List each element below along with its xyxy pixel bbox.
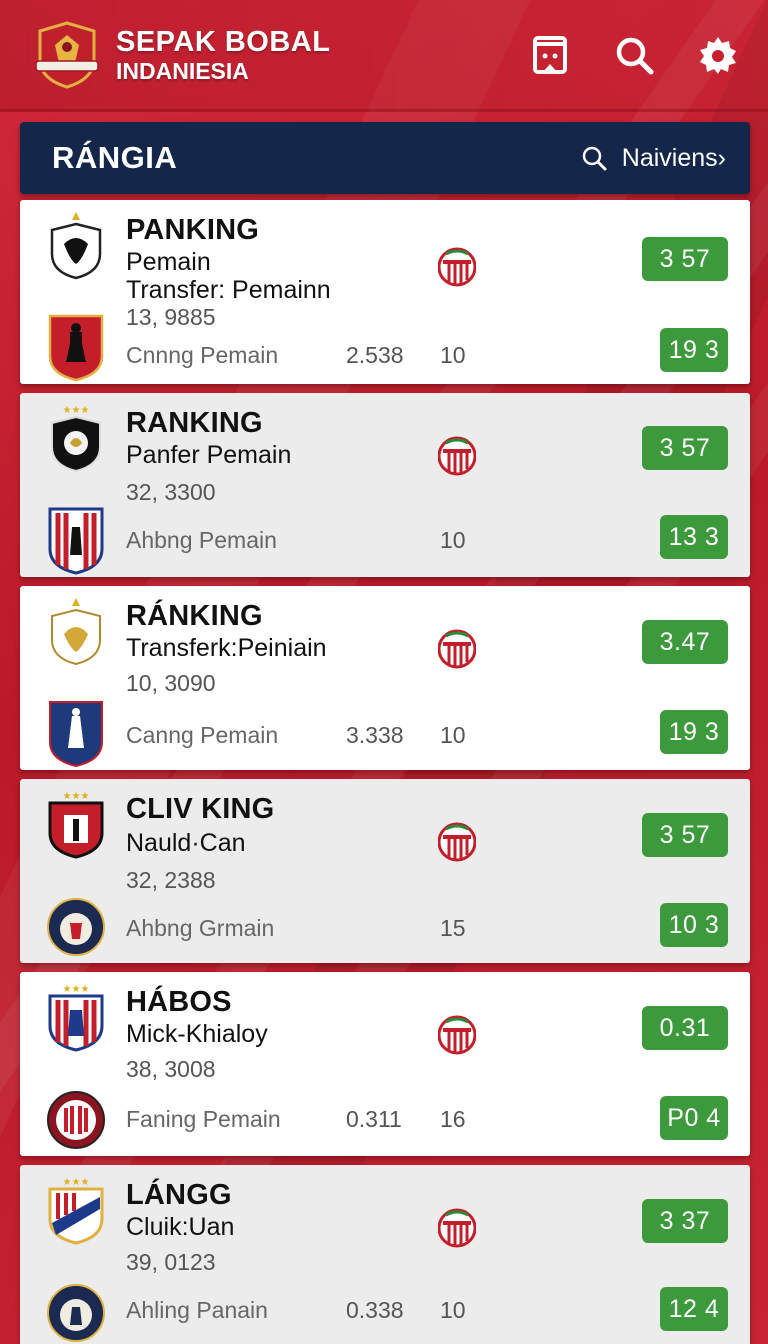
card-number: 10, 3090 <box>126 670 216 696</box>
card-line: Mick-Khialoy <box>126 1020 268 1048</box>
card-title: CLIV KING <box>126 793 275 825</box>
ranking-list: PANKING Pemain Transfer: Pemainn 13, 988… <box>20 200 750 1344</box>
card-number: 32, 2388 <box>126 867 216 893</box>
section-title: RÁNGIA <box>52 140 178 175</box>
card-line: Panfer Pemain <box>126 441 292 469</box>
club-crest-icon <box>46 312 106 382</box>
ranking-card[interactable]: ★★★ CLIV KING Nauld·Can 32, 2388 Ahbng G… <box>20 779 750 963</box>
card-footer-label: Ahbng Pemain <box>126 527 277 553</box>
club-crest-icon <box>46 1277 106 1344</box>
card-number: 32, 3300 <box>126 479 216 505</box>
club-crest-icon <box>46 210 106 280</box>
garuda-logo-icon[interactable] <box>34 20 100 89</box>
search-small-icon <box>582 146 607 171</box>
striped-crest-icon <box>437 628 477 670</box>
brand-title: SEPAK BOBAL <box>116 25 331 58</box>
card-title: HÁBOS <box>126 986 232 1018</box>
score-badge: 13 3 <box>660 515 728 559</box>
score-badge: 3 37 <box>642 1199 728 1243</box>
svg-text:★★★: ★★★ <box>63 1177 90 1188</box>
card-line: Cluik:Uan <box>126 1213 235 1241</box>
striped-crest-icon <box>437 435 477 477</box>
ranking-card[interactable]: ★★★ RANKING Panfer Pemain 32, 3300 Ahbng… <box>20 393 750 577</box>
club-crest-icon <box>46 698 106 768</box>
club-crest-icon <box>46 1084 106 1154</box>
score-badge: 19 3 <box>660 328 728 372</box>
club-crest-icon: ★★★ <box>46 403 106 473</box>
brand-subtitle: INDANIESIA <box>116 57 249 84</box>
ranking-card[interactable]: ★★★ LÁNGG Cluik:Uan 39, 0123 Ahling Pana… <box>20 1165 750 1344</box>
ranking-card[interactable]: RÁNKING Transferk:Peiniain 10, 3090 Cann… <box>20 586 750 770</box>
ranking-card[interactable]: PANKING Pemain Transfer: Pemainn 13, 988… <box>20 200 750 384</box>
search-icon[interactable] <box>612 33 656 77</box>
score-badge: 3 57 <box>642 237 728 281</box>
score-badge: 19 3 <box>660 710 728 754</box>
club-crest-icon <box>46 505 106 575</box>
card-footer-value: 3.338 <box>346 722 404 748</box>
card-footer-number: 15 <box>440 915 466 941</box>
card-footer-number: 10 <box>440 342 466 368</box>
svg-text:★★★: ★★★ <box>63 791 90 802</box>
card-title: PANKING <box>126 214 259 246</box>
card-footer-number: 10 <box>440 722 466 748</box>
card-footer-label: Cnnng Pemain <box>126 342 279 368</box>
svg-text:★★★: ★★★ <box>63 984 90 995</box>
score-badge: 10 3 <box>660 903 728 947</box>
card-line: Transferk:Peiniain <box>126 634 327 662</box>
card-footer-number: 10 <box>440 1297 466 1323</box>
app-header: SEPAK BOBAL INDANIESIA <box>0 0 768 112</box>
ranking-card[interactable]: ★★★ HÁBOS Mick-Khialoy 38, 3008 Faning P… <box>20 972 750 1156</box>
card-footer-label: Ahbng Grmain <box>126 915 275 941</box>
striped-crest-icon <box>437 246 477 288</box>
score-badge: 3 57 <box>642 813 728 857</box>
club-crest-icon <box>46 891 106 961</box>
card-number: 38, 3008 <box>126 1056 216 1082</box>
card-footer-number: 16 <box>440 1106 466 1132</box>
card-title: LÁNGG <box>126 1179 232 1211</box>
card-footer-value: 0.338 <box>346 1297 404 1323</box>
club-crest-icon: ★★★ <box>46 1175 106 1245</box>
navigation-label: Naiviens› <box>621 143 726 172</box>
score-badge: 0.31 <box>642 1006 728 1050</box>
striped-crest-icon <box>437 1014 477 1056</box>
svg-text:★★★: ★★★ <box>63 405 90 416</box>
card-line: Nauld·Can <box>126 829 246 857</box>
card-line: Transfer: Pemainn <box>126 276 331 304</box>
card-number: 13, 9885 <box>126 304 216 330</box>
card-title: RÁNKING <box>126 600 263 632</box>
score-badge: 3.47 <box>642 620 728 664</box>
striped-crest-icon <box>437 821 477 863</box>
card-footer-label: Canng Pemain <box>126 722 279 748</box>
navigation-link[interactable]: Naiviens› <box>580 144 726 173</box>
card-number: 39, 0123 <box>126 1249 216 1275</box>
club-crest-icon: ★★★ <box>46 789 106 859</box>
card-footer-label: Faning Pemain <box>126 1106 281 1132</box>
club-crest-icon: ★★★ <box>46 982 106 1052</box>
score-badge: 12 4 <box>660 1287 728 1331</box>
card-title: RANKING <box>126 407 263 439</box>
card-line: Pemain <box>126 248 211 276</box>
section-title-bar: RÁNGIA Naiviens› <box>20 122 750 194</box>
striped-crest-icon <box>437 1207 477 1249</box>
card-footer-value: 0.311 <box>346 1106 402 1132</box>
score-badge: P0 4 <box>660 1096 728 1140</box>
club-crest-icon <box>46 596 106 666</box>
card-footer-value: 2.538 <box>346 342 404 368</box>
score-badge: 3 57 <box>642 426 728 470</box>
settings-gear-icon[interactable] <box>696 33 740 77</box>
card-footer-number: 10 <box>440 527 466 553</box>
phone-icon[interactable] <box>528 33 572 77</box>
card-footer-label: Ahling Panain <box>126 1297 268 1323</box>
